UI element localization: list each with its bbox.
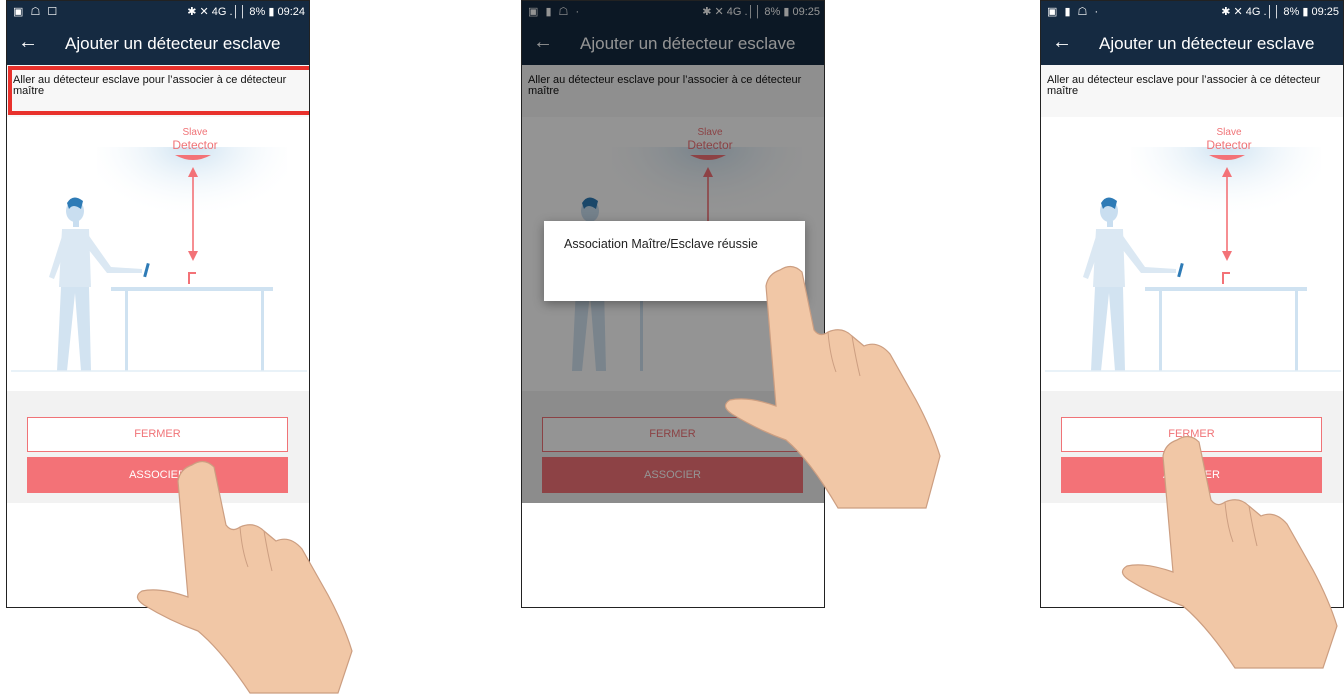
status-info: ✱ ✕ 4G .││ 8% ▮ 09:25 (1221, 6, 1339, 18)
instruction-text: Aller au détecteur esclave pour l’associ… (1041, 65, 1343, 117)
notification-icons: ▣ ☖ ☐ (13, 6, 60, 18)
tap-hand-icon (136, 460, 353, 694)
slave-label: Slave (182, 127, 207, 138)
page-title: Ajouter un détecteur esclave (65, 34, 281, 53)
light-cone (1131, 147, 1321, 267)
tap-hand-icon (724, 265, 941, 509)
master-detector-icon (188, 272, 196, 284)
close-button[interactable]: FERMER (27, 417, 288, 452)
status-bar: ▣ ▮ ☖ · ✱ ✕ 4G .││ 8% ▮ 09:25 (1041, 1, 1343, 23)
back-arrow-icon[interactable]: ← (15, 29, 41, 55)
dialog-message: Association Maître/Esclave réussie (564, 237, 758, 251)
back-arrow-icon[interactable]: ← (1049, 29, 1075, 55)
tap-hand-icon (1121, 435, 1338, 669)
pairing-illustration: Slave Detector (1041, 117, 1343, 391)
page-title: Ajouter un détecteur esclave (1099, 34, 1315, 53)
table-top (1145, 287, 1307, 291)
slave-label: Slave (1216, 127, 1241, 138)
status-info: ✱ ✕ 4G .││ 8% ▮ 09:24 (187, 6, 305, 18)
detector-label: Detector (172, 138, 217, 152)
app-bar: ← Ajouter un détecteur esclave (7, 23, 309, 65)
status-bar: ▣ ☖ ☐ ✱ ✕ 4G .││ 8% ▮ 09:24 (7, 1, 309, 23)
light-cone (97, 147, 287, 267)
app-bar: ← Ajouter un détecteur esclave (1041, 23, 1343, 65)
pairing-illustration: Slave Detector (7, 117, 309, 391)
highlight-frame (8, 66, 309, 115)
notification-icons: ▣ ▮ ☖ · (1047, 6, 1101, 18)
master-detector-icon (1222, 272, 1230, 284)
table-top (111, 287, 273, 291)
detector-label: Detector (1206, 138, 1251, 152)
